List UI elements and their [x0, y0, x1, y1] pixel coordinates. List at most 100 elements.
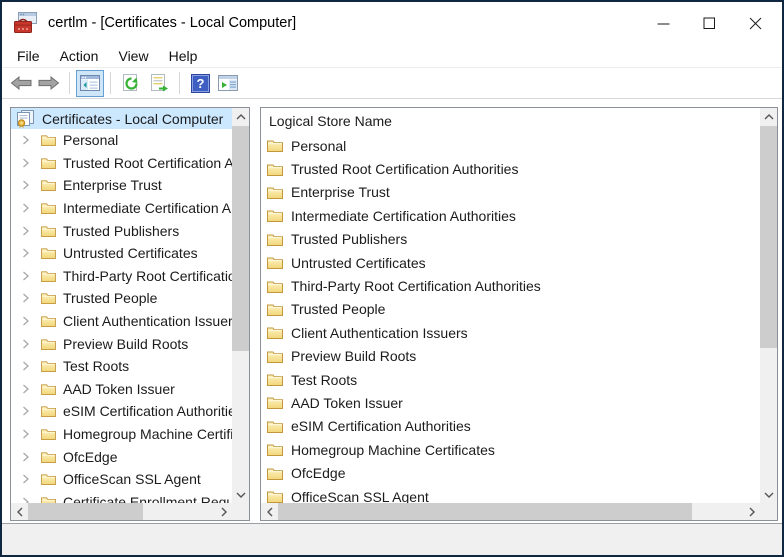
- list-item[interactable]: Client Authentication Issuers: [261, 321, 760, 344]
- tree-item[interactable]: OfficeScan SSL Agent: [11, 468, 232, 491]
- tree-item-label: eSIM Certification Authorities: [63, 403, 232, 419]
- chevron-right-icon[interactable]: [22, 293, 30, 303]
- list-item[interactable]: Trusted Publishers: [261, 228, 760, 251]
- list-item-label: OfcEdge: [291, 465, 345, 481]
- close-button[interactable]: [732, 2, 778, 44]
- tree-horizontal-scrollbar[interactable]: [11, 503, 232, 520]
- chevron-right-icon[interactable]: [22, 203, 30, 213]
- list-item[interactable]: Trusted Root Certification Authorities: [261, 157, 760, 180]
- chevron-right-icon[interactable]: [22, 361, 30, 371]
- column-header-logical-store-name[interactable]: Logical Store Name: [261, 108, 760, 134]
- chevron-right-icon[interactable]: [22, 429, 30, 439]
- chevron-right-icon[interactable]: [22, 180, 30, 190]
- scroll-left-arrow[interactable]: [261, 503, 278, 520]
- folder-icon: [267, 256, 283, 269]
- scroll-right-arrow[interactable]: [743, 503, 760, 520]
- list-horizontal-scrollbar[interactable]: [261, 503, 760, 520]
- list-item[interactable]: OfcEdge: [261, 461, 760, 484]
- list-item-label: eSIM Certification Authorities: [291, 418, 471, 434]
- back-button[interactable]: [7, 70, 35, 97]
- tree-item[interactable]: eSIM Certification Authorities: [11, 400, 232, 423]
- chevron-right-icon[interactable]: [22, 452, 30, 462]
- tree-item[interactable]: Preview Build Roots: [11, 332, 232, 355]
- tree-item[interactable]: Intermediate Certification Authorities: [11, 197, 232, 220]
- list-item[interactable]: Personal: [261, 134, 760, 157]
- scrollbar-thumb[interactable]: [232, 126, 249, 351]
- list-item[interactable]: Third-Party Root Certification Authoriti…: [261, 274, 760, 297]
- scroll-left-arrow[interactable]: [11, 503, 28, 520]
- chevron-right-icon[interactable]: [22, 384, 30, 394]
- folder-icon: [41, 428, 56, 440]
- chevron-right-icon[interactable]: [22, 226, 30, 236]
- list-vertical-scrollbar[interactable]: [760, 108, 777, 503]
- tree-item[interactable]: AAD Token Issuer: [11, 378, 232, 401]
- tree-item[interactable]: Certificate Enrollment Requests: [11, 491, 232, 504]
- tree-item[interactable]: Test Roots: [11, 355, 232, 378]
- folder-icon: [41, 247, 56, 259]
- list-item[interactable]: Untrusted Certificates: [261, 251, 760, 274]
- scrollbar-thumb[interactable]: [760, 126, 777, 348]
- chevron-right-icon[interactable]: [22, 316, 30, 326]
- tree-item[interactable]: Trusted People: [11, 287, 232, 310]
- list-item[interactable]: OfficeScan SSL Agent: [261, 485, 760, 503]
- list-item[interactable]: Preview Build Roots: [261, 345, 760, 368]
- list-item[interactable]: AAD Token Issuer: [261, 391, 760, 414]
- folder-icon: [267, 373, 283, 386]
- chevron-right-icon[interactable]: [22, 271, 30, 281]
- list-item[interactable]: Test Roots: [261, 368, 760, 391]
- list-item[interactable]: eSIM Certification Authorities: [261, 415, 760, 438]
- tree-item[interactable]: Trusted Root Certification Authorities: [11, 152, 232, 175]
- chevron-right-icon[interactable]: [22, 248, 30, 258]
- help-button[interactable]: ?: [186, 70, 214, 97]
- forward-button[interactable]: [35, 70, 63, 97]
- tree-item[interactable]: Enterprise Trust: [11, 174, 232, 197]
- menu-item[interactable]: File: [7, 46, 50, 66]
- maximize-button[interactable]: [686, 2, 732, 44]
- chevron-right-icon[interactable]: [22, 339, 30, 349]
- show-hide-console-tree-button[interactable]: [76, 70, 104, 97]
- tree-item[interactable]: Homegroup Machine Certificates: [11, 423, 232, 446]
- menu-item[interactable]: Help: [159, 46, 208, 66]
- list-item-label: Personal: [291, 138, 346, 154]
- chevron-right-icon[interactable]: [22, 474, 30, 484]
- list-item[interactable]: Homegroup Machine Certificates: [261, 438, 760, 461]
- refresh-button[interactable]: [117, 70, 145, 97]
- list-item[interactable]: Trusted People: [261, 298, 760, 321]
- export-list-button[interactable]: [145, 70, 173, 97]
- chevron-right-icon[interactable]: [22, 406, 30, 416]
- chevron-right-icon[interactable]: [22, 135, 30, 145]
- scroll-down-arrow[interactable]: [760, 486, 777, 503]
- scroll-up-arrow[interactable]: [760, 108, 777, 125]
- toolbar: ?: [2, 67, 782, 99]
- tree-root-certificates-local-computer[interactable]: Certificates - Local Computer: [11, 108, 232, 129]
- folder-icon: [41, 292, 56, 304]
- menu-item[interactable]: View: [108, 46, 158, 66]
- tree-item-label: Certificate Enrollment Requests: [63, 494, 232, 503]
- tree-item[interactable]: Third-Party Root Certification Authoriti…: [11, 265, 232, 288]
- tree-item[interactable]: Client Authentication Issuers: [11, 310, 232, 333]
- list-item-label: AAD Token Issuer: [291, 395, 403, 411]
- show-hide-action-pane-button[interactable]: [214, 70, 242, 97]
- tree-item[interactable]: Personal: [11, 129, 232, 152]
- scrollbar-thumb[interactable]: [28, 503, 143, 520]
- chevron-right-icon[interactable]: [22, 158, 30, 168]
- scroll-up-arrow[interactable]: [232, 108, 249, 125]
- tree-item-label: Homegroup Machine Certificates: [63, 426, 232, 442]
- list-item[interactable]: Intermediate Certification Authorities: [261, 204, 760, 227]
- tree-vertical-scrollbar[interactable]: [232, 108, 249, 503]
- minimize-button[interactable]: [640, 2, 686, 44]
- folder-icon: [267, 420, 283, 433]
- back-arrow-icon: [10, 76, 32, 90]
- list-item-label: OfficeScan SSL Agent: [291, 489, 429, 503]
- list-item-label: Preview Build Roots: [291, 348, 416, 364]
- scroll-right-arrow[interactable]: [215, 503, 232, 520]
- tree-item[interactable]: Trusted Publishers: [11, 219, 232, 242]
- folder-icon: [41, 338, 56, 350]
- tree-item[interactable]: Untrusted Certificates: [11, 242, 232, 265]
- scroll-down-arrow[interactable]: [232, 486, 249, 503]
- scrollbar-thumb[interactable]: [278, 503, 692, 520]
- list-item[interactable]: Enterprise Trust: [261, 181, 760, 204]
- folder-icon: [41, 405, 56, 417]
- tree-item[interactable]: OfcEdge: [11, 445, 232, 468]
- menu-item[interactable]: Action: [50, 46, 109, 66]
